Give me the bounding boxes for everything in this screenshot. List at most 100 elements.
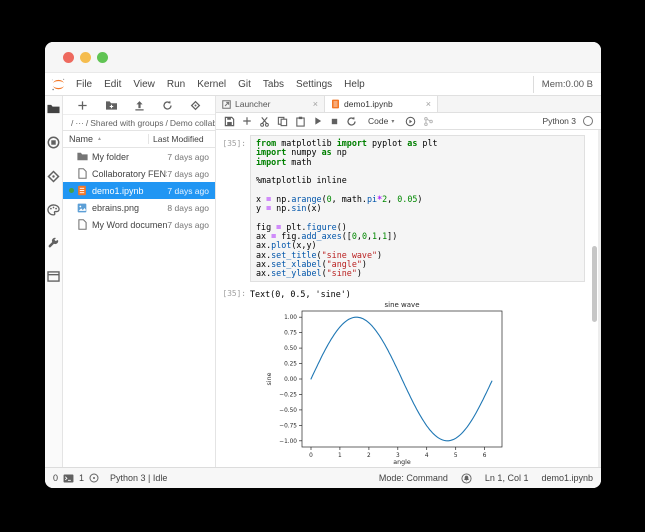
menu-kernel[interactable]: Kernel [191, 79, 232, 90]
svg-text:−0.50: −0.50 [279, 408, 297, 414]
svg-text:sine: sine [266, 373, 273, 386]
file-list: My folder 7 days ago Collaboratory FENS.… [63, 148, 215, 233]
run-cell-icon[interactable] [313, 116, 323, 126]
file-browser-panel: / ··· / Shared with groups / Demo collab… [63, 96, 216, 467]
file-row-ebrains-png[interactable]: ebrains.png 8 days ago [63, 199, 215, 216]
cut-cells-icon[interactable] [259, 116, 270, 127]
sort-ascending-icon: ▲ [97, 136, 102, 142]
breadcrumb-demo-collab[interactable]: Demo collab [170, 118, 215, 128]
svg-text:angle: angle [393, 459, 411, 466]
terminal-icon [63, 474, 74, 483]
sort-by-name-header[interactable]: Name ▲ [63, 134, 148, 144]
kernel-name-button[interactable]: Python 3 [542, 116, 576, 126]
notebook-icon [331, 99, 340, 109]
kernels-icon [89, 473, 99, 483]
zoom-window-button[interactable] [97, 52, 108, 63]
menu-tabs[interactable]: Tabs [257, 79, 290, 90]
menu-settings[interactable]: Settings [290, 79, 338, 90]
kernels-count[interactable]: 1 [79, 473, 84, 483]
restart-run-all-icon[interactable] [405, 116, 416, 127]
svg-text:0.00: 0.00 [284, 377, 297, 383]
running-sessions-icon[interactable] [47, 136, 60, 149]
notebook-scroll-area[interactable]: [35]: from matplotlib import pyplot as p… [216, 130, 601, 467]
file-row-my-word-document[interactable]: My Word document... 7 days ago [63, 216, 215, 233]
code-cell: [35]: from matplotlib import pyplot as p… [216, 135, 601, 282]
cell-output: [35]: Text(0, 0.5, 'sine') [216, 285, 601, 299]
cell-input-prompt: [35]: [216, 135, 246, 148]
terminals-count[interactable]: 0 [53, 473, 58, 483]
svg-text:2: 2 [367, 453, 371, 459]
output-text: Text(0, 0.5, 'sine') [250, 285, 351, 299]
status-bar: 0 1 Python 3 | Idle Mode: Command Ln 1, … [45, 467, 601, 488]
file-icon [76, 219, 88, 230]
chevron-down-icon: ▾ [391, 118, 394, 125]
svg-text:−0.25: −0.25 [279, 393, 297, 399]
cursor-position-indicator[interactable]: Ln 1, Col 1 [485, 473, 529, 483]
cell-output-prompt: [35]: [216, 285, 246, 298]
jupyter-logo-icon [51, 78, 66, 91]
file-row-demo1-ipynb[interactable]: demo1.ipynb 7 days ago [63, 182, 215, 199]
svg-text:0.25: 0.25 [284, 362, 297, 368]
file-row-collaboratory-fens[interactable]: Collaboratory FENS... 7 days ago [63, 165, 215, 182]
close-window-button[interactable] [63, 52, 74, 63]
menu-bar: File Edit View Run Kernel Git Tabs Setti… [45, 73, 601, 96]
menu-help[interactable]: Help [338, 79, 371, 90]
paste-cells-icon[interactable] [295, 116, 306, 127]
refresh-icon[interactable] [162, 100, 173, 111]
code-editor[interactable]: from matplotlib import pyplot as pltimpo… [250, 135, 585, 282]
close-tab-demo1-icon[interactable]: × [426, 99, 431, 109]
image-icon [76, 203, 88, 213]
git-sidebar-icon[interactable] [47, 170, 60, 183]
kernel-status-text[interactable]: Python 3 | Idle [110, 473, 167, 483]
menu-view[interactable]: View [127, 79, 161, 90]
jupyterlab-window: File Edit View Run Kernel Git Tabs Setti… [45, 42, 601, 488]
copy-cells-icon[interactable] [277, 116, 288, 127]
save-icon[interactable] [224, 116, 235, 127]
close-tab-launcher-icon[interactable]: × [313, 99, 318, 109]
notebook-mode-indicator[interactable]: Mode: Command [379, 473, 448, 483]
breadcrumb-ellipsis[interactable]: ··· [75, 118, 84, 128]
svg-text:−0.75: −0.75 [279, 424, 297, 430]
file-browser-toolbar [63, 96, 215, 115]
svg-text:4: 4 [425, 453, 429, 459]
open-tabs-icon[interactable] [47, 271, 60, 282]
menu-edit[interactable]: Edit [98, 79, 127, 90]
file-row-my-folder[interactable]: My folder 7 days ago [63, 148, 215, 165]
sort-by-modified-header[interactable]: Last Modified [148, 134, 215, 144]
add-cell-icon[interactable] [242, 116, 252, 126]
status-filename: demo1.ipynb [541, 473, 593, 483]
svg-text:0.50: 0.50 [284, 347, 297, 353]
breadcrumb-shared-with-groups[interactable]: Shared with groups [90, 118, 163, 128]
new-launcher-icon[interactable] [77, 100, 88, 111]
scrollbar-thumb[interactable] [592, 246, 597, 322]
menu-file[interactable]: File [70, 79, 98, 90]
cell-type-dropdown[interactable]: Code ▾ [364, 115, 398, 127]
activity-bar [45, 96, 63, 467]
interrupt-kernel-icon[interactable] [330, 117, 339, 126]
svg-text:sine wave: sine wave [384, 301, 419, 309]
tools-wrench-icon[interactable] [47, 237, 60, 250]
notification-bell-icon[interactable] [461, 473, 472, 484]
output-figure-row: sine wave0123456−1.00−0.75−0.50−0.250.00… [216, 301, 601, 467]
upload-icon[interactable] [134, 100, 145, 111]
git-actions-icon[interactable] [423, 116, 434, 127]
tab-bar: Launcher × demo1.ipynb × [216, 96, 601, 113]
svg-text:1: 1 [338, 453, 342, 459]
tab-launcher[interactable]: Launcher × [216, 96, 325, 112]
menu-git[interactable]: Git [232, 79, 257, 90]
memory-usage-indicator: Mem:0.00 B [533, 76, 601, 93]
restart-kernel-icon[interactable] [346, 116, 357, 127]
new-folder-icon[interactable] [105, 100, 118, 111]
svg-text:6: 6 [483, 453, 487, 459]
window-titlebar[interactable] [45, 42, 601, 73]
svg-text:1.00: 1.00 [284, 316, 297, 322]
git-clone-icon[interactable] [190, 100, 201, 111]
palette-icon[interactable] [47, 204, 60, 216]
tab-demo1-ipynb[interactable]: demo1.ipynb × [325, 96, 438, 112]
svg-text:5: 5 [454, 453, 458, 459]
file-browser-icon[interactable] [47, 103, 60, 115]
svg-text:0.75: 0.75 [284, 331, 297, 337]
notebook-toolbar: Code ▾ Python 3 [216, 113, 601, 130]
menu-run[interactable]: Run [161, 79, 191, 90]
minimize-window-button[interactable] [80, 52, 91, 63]
